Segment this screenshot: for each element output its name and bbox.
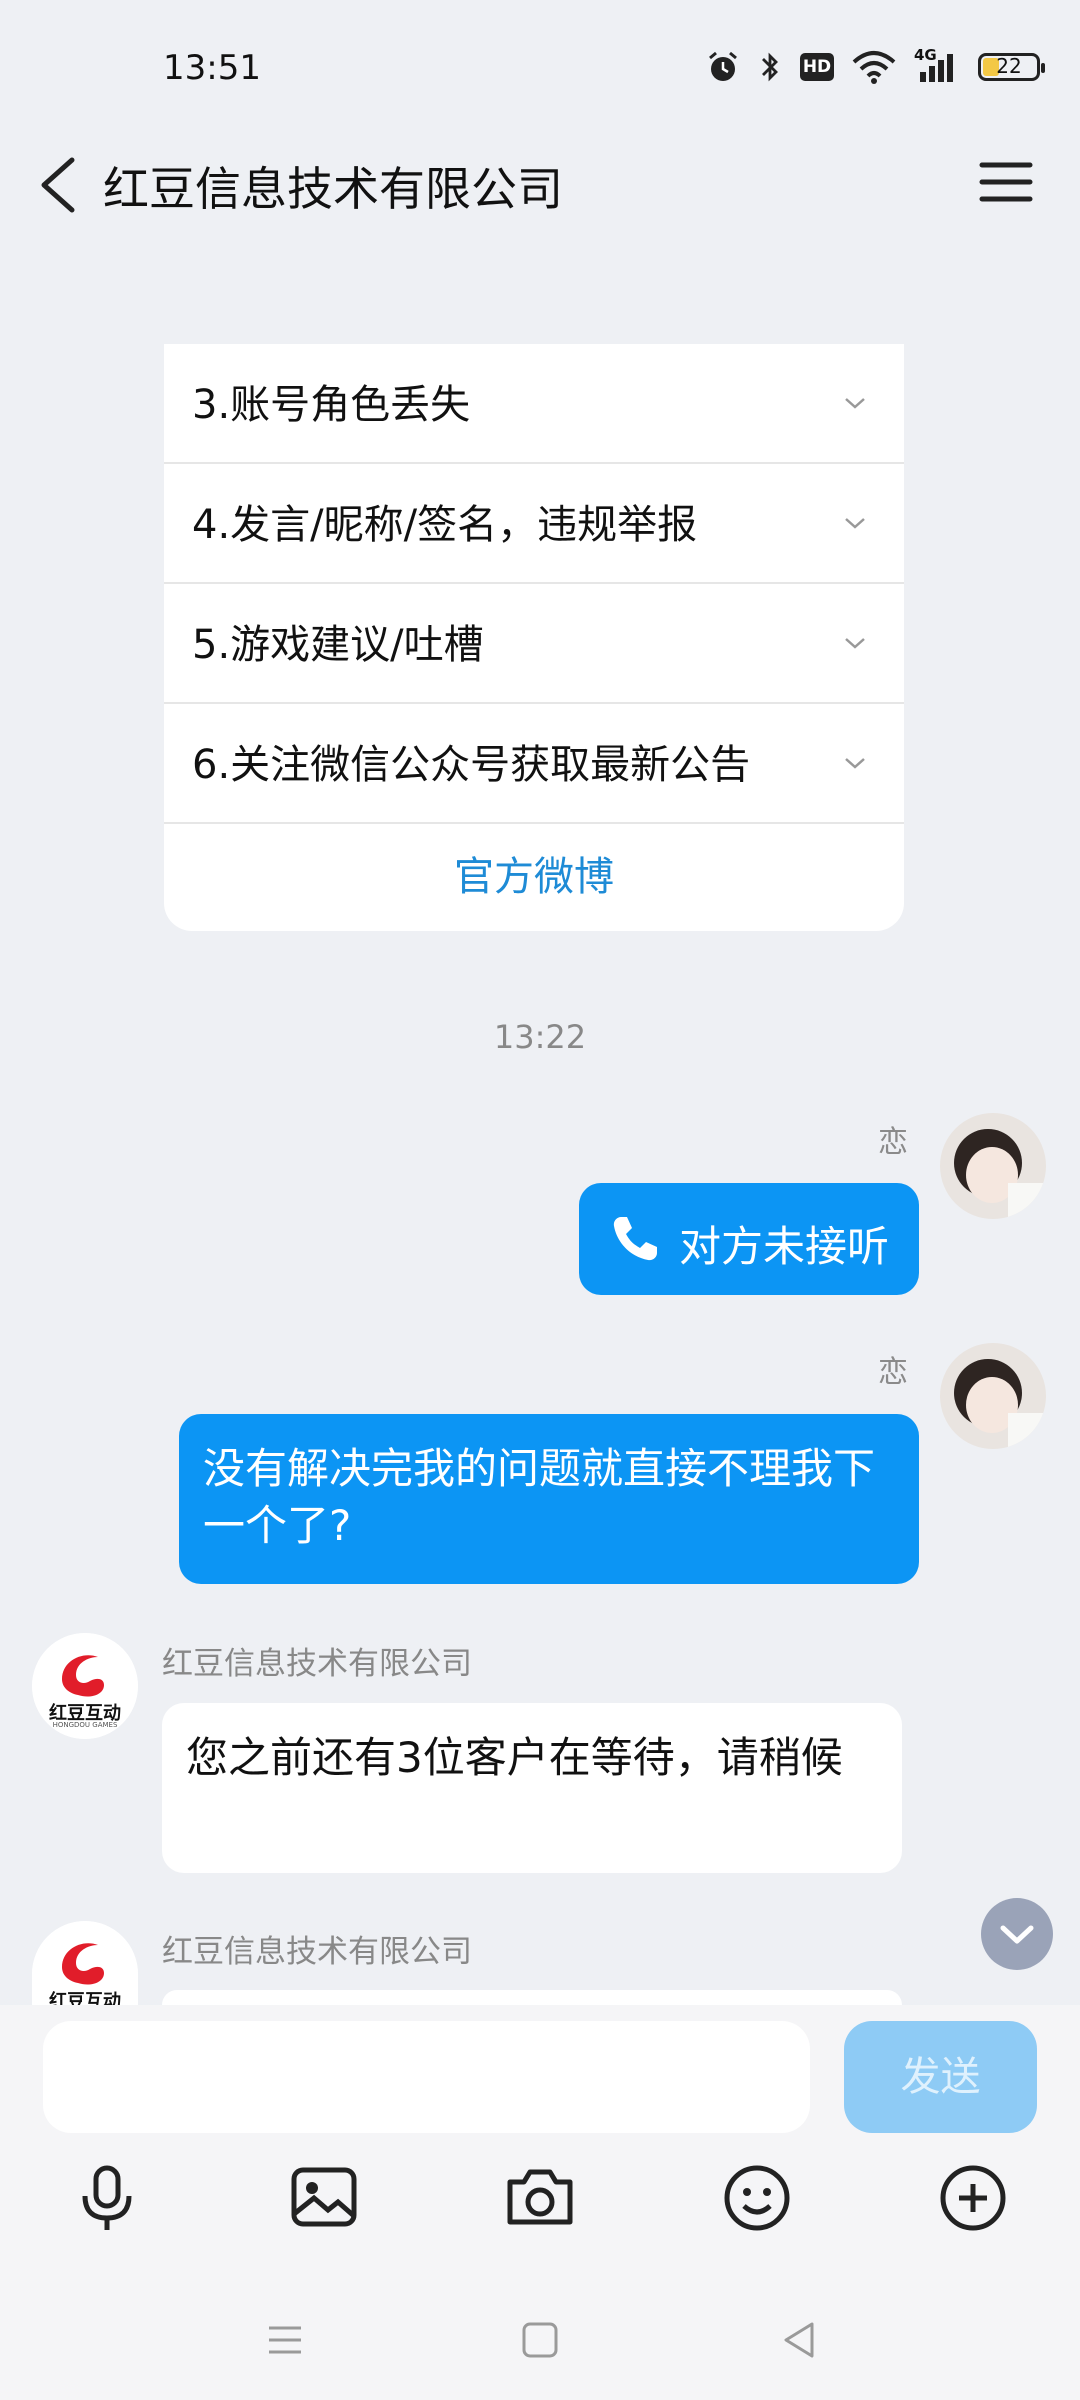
microphone-icon: [82, 2165, 132, 2230]
avatar[interactable]: [940, 1113, 1046, 1219]
message-bubble[interactable]: 没有解决完我的问题就直接不理我下一个了?: [179, 1414, 919, 1584]
faq-item-report[interactable]: 4.发言/昵称/签名，违规举报: [164, 464, 904, 584]
menu-button[interactable]: [976, 155, 1036, 210]
official-weibo-link[interactable]: 官方微博: [164, 824, 904, 931]
sender-name: 红豆信息技术有限公司: [162, 1934, 472, 1970]
faq-card: 3.账号角色丢失 4.发言/昵称/签名，违规举报 5.游戏建议/吐槽 6.关注微…: [164, 344, 904, 931]
message-bubble[interactable]: [162, 1990, 902, 2005]
company-avatar[interactable]: 红豆互动 HONGDOU GAMES: [32, 1633, 138, 1739]
user-avatar-image: [940, 1343, 1046, 1449]
gallery-button[interactable]: [284, 2158, 364, 2238]
company-avatar[interactable]: 红豆互动: [32, 1921, 138, 2005]
phone-icon: [613, 1217, 657, 1261]
faq-item-label: 5.游戏建议/吐槽: [192, 622, 484, 668]
user-avatar-image: [940, 1113, 1046, 1219]
square-icon: [522, 2322, 558, 2358]
faq-item-wechat[interactable]: 6.关注微信公众号获取最新公告: [164, 704, 904, 824]
avatar[interactable]: [940, 1343, 1046, 1449]
chevron-down-icon: [845, 758, 865, 769]
chevron-down-icon: [845, 518, 865, 529]
call-message-bubble[interactable]: 对方未接听: [579, 1183, 919, 1295]
menu-icon: [269, 2326, 301, 2354]
message-input[interactable]: [43, 2021, 810, 2133]
faq-item-label: 3.账号角色丢失: [192, 382, 471, 428]
nav-menu-button[interactable]: [263, 2318, 307, 2366]
status-icons: HD 4G 22: [706, 46, 1045, 84]
image-icon: [291, 2167, 357, 2227]
sender-name: 红豆信息技术有限公司: [162, 1646, 472, 1682]
faq-item-label: 6.关注微信公众号获取最新公告: [192, 742, 751, 788]
menu-icon: [979, 162, 1033, 202]
chat-timestamp: 13:22: [493, 1018, 587, 1056]
voice-button[interactable]: [67, 2158, 147, 2238]
signal-icon: 4G: [914, 46, 960, 84]
plus-circle-icon: [940, 2165, 1006, 2231]
bluetooth-icon: [762, 52, 778, 82]
send-button[interactable]: 发送: [844, 2021, 1037, 2133]
smiley-icon: [724, 2165, 790, 2231]
triangle-back-icon: [784, 2322, 814, 2358]
chevron-down-icon: [845, 638, 865, 649]
sender-name: 恋: [878, 1355, 908, 1390]
nav-home-button[interactable]: [518, 2318, 562, 2366]
chevron-down-icon: [1000, 1925, 1034, 1944]
chevron-down-icon: [845, 398, 865, 409]
company-logo-text: 红豆互动: [49, 1991, 121, 2005]
message-bubble[interactable]: 您之前还有3位客户在等待，请稍候: [162, 1703, 902, 1873]
more-button[interactable]: [933, 2158, 1013, 2238]
alarm-icon: [709, 51, 737, 81]
page-title: 红豆信息技术有限公司: [103, 162, 563, 216]
faq-item-label: 4.发言/昵称/签名，违规举报: [192, 502, 698, 548]
scroll-to-bottom-button[interactable]: [981, 1898, 1053, 1970]
back-button[interactable]: [32, 150, 92, 220]
camera-icon: [507, 2169, 573, 2225]
faq-item-suggestion[interactable]: 5.游戏建议/吐槽: [164, 584, 904, 704]
camera-button[interactable]: [500, 2158, 580, 2238]
emoji-button[interactable]: [717, 2158, 797, 2238]
company-logo-subtext: HONGDOU GAMES: [52, 1721, 118, 1729]
faq-item-account-role[interactable]: 3.账号角色丢失: [164, 344, 904, 464]
sender-name: 恋: [878, 1125, 908, 1160]
network-label: 4G: [914, 46, 937, 64]
call-status-text: 对方未接听: [679, 1222, 890, 1271]
battery-level: 22: [996, 54, 1022, 78]
battery-icon: 22: [978, 53, 1045, 81]
hd-icon: HD: [800, 53, 834, 81]
status-time: 13:51: [163, 48, 261, 88]
wifi-icon: [852, 51, 896, 84]
nav-back-button[interactable]: [778, 2318, 822, 2366]
chevron-left-icon: [41, 157, 75, 213]
